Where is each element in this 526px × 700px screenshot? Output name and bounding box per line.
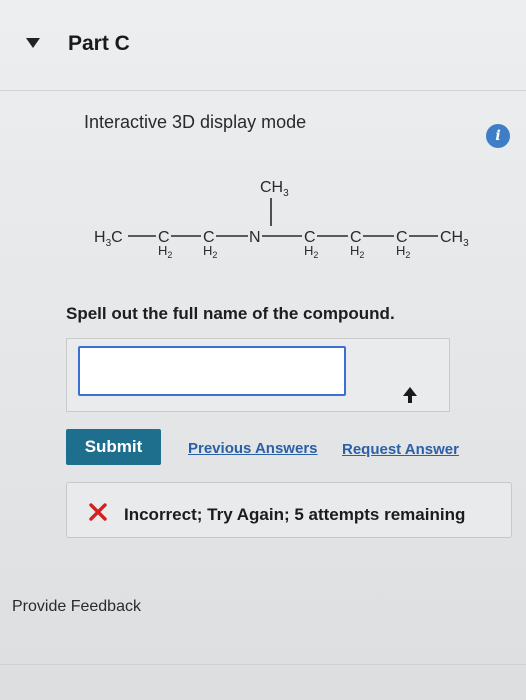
group-n-ch3: CH3 — [260, 179, 289, 199]
group-c3-h2: H2 — [304, 243, 318, 260]
group-n: N — [249, 229, 261, 246]
group-c5-h2: H2 — [396, 243, 410, 260]
group-c4-h2: H2 — [350, 243, 364, 260]
collapse-triangle-icon[interactable] — [26, 38, 40, 48]
error-x-icon — [89, 503, 107, 521]
group-tail-ch3: CH3 — [440, 229, 469, 249]
divider — [0, 90, 526, 91]
submit-button[interactable]: Submit — [66, 429, 161, 465]
info-icon[interactable]: i — [486, 124, 510, 148]
feedback-message: Incorrect; Try Again; 5 attempts remaini… — [124, 505, 466, 524]
display-mode-label: Interactive 3D display mode — [84, 112, 307, 132]
part-header[interactable]: Part C — [0, 0, 526, 92]
group-c2-h2: H2 — [203, 243, 217, 260]
provide-feedback-link[interactable]: Provide Feedback — [12, 598, 141, 616]
previous-answers-link[interactable]: Previous Answers — [188, 440, 318, 457]
part-title: Part C — [68, 32, 130, 55]
request-answer-link[interactable]: Request Answer — [342, 441, 459, 458]
bottom-divider — [0, 664, 526, 665]
molecule-structure: H3C C H2 C H2 N CH3 C H2 C H2 C H2 CH3 — [94, 179, 469, 260]
group-h3c: H3C — [94, 229, 123, 249]
question-text: Spell out the full name of the compound. — [66, 304, 395, 323]
mouse-cursor-icon — [403, 387, 417, 403]
answer-input[interactable] — [78, 346, 346, 396]
group-c1-h2: H2 — [158, 243, 172, 260]
